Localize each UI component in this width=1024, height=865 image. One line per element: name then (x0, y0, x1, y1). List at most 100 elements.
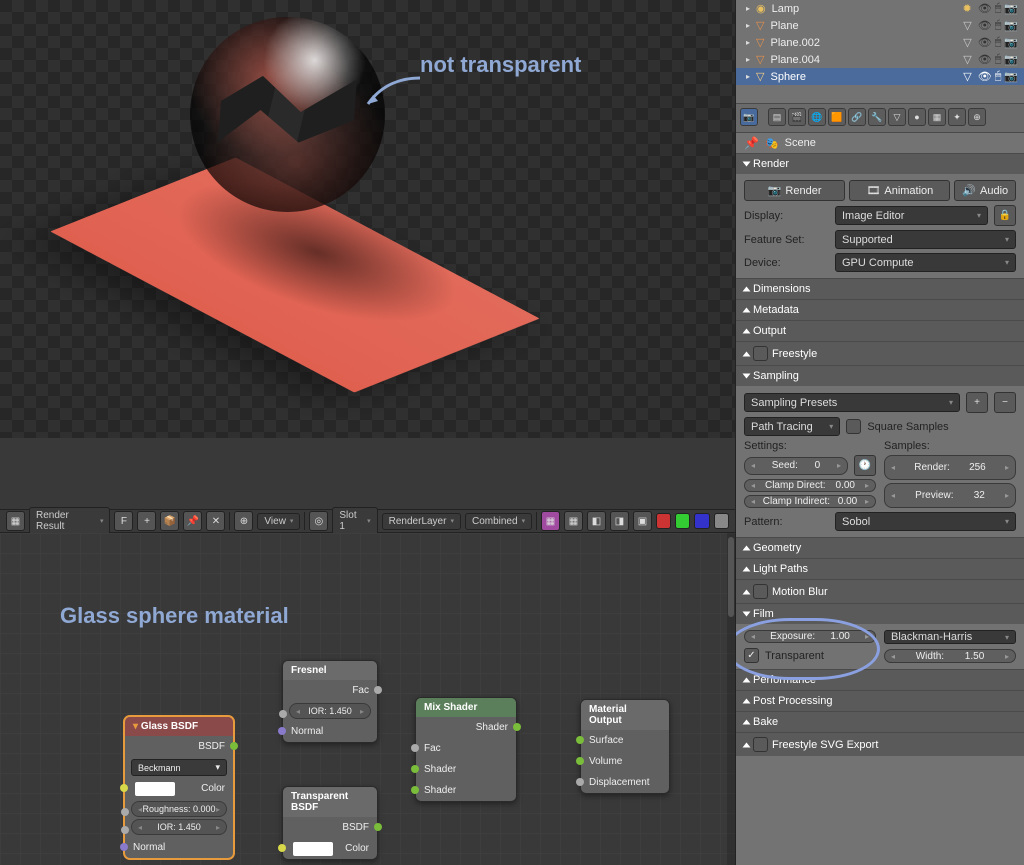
node-scrollbar[interactable] (727, 533, 735, 865)
feature-set-select[interactable]: Supported▾ (835, 230, 1016, 249)
render-icon[interactable]: 📷 (1004, 19, 1018, 32)
panel-header-render[interactable]: Render (736, 153, 1024, 174)
pattern-select[interactable]: Sobol▾ (835, 512, 1016, 531)
eye-icon[interactable]: 👁 (978, 19, 992, 32)
outliner-item-plane002[interactable]: ▸▽Plane.002 ▽ 👁🖱📷 (736, 34, 1024, 51)
outliner-item-sphere[interactable]: ▸▽Sphere ▽ 👁🖱📷 (736, 68, 1024, 85)
pivot-icon[interactable]: ⊕ (234, 511, 253, 531)
tab-material[interactable]: ● (908, 108, 926, 126)
render-button[interactable]: 📷Render (744, 180, 845, 201)
audio-button[interactable]: 🔊Audio (954, 180, 1016, 201)
ior-field[interactable]: ◂IOR: 1.450▸ (131, 819, 227, 835)
node-material-output[interactable]: Material Output Surface Volume Displacem… (580, 699, 670, 794)
render-icon[interactable]: 📷 (1004, 2, 1018, 15)
pin-icon[interactable]: 📌 (744, 136, 759, 150)
tab-texture[interactable]: ▦ (928, 108, 946, 126)
socket-color[interactable]: Color (283, 838, 377, 859)
socket-bsdf-out[interactable]: BSDF (283, 817, 377, 838)
cursor-icon[interactable]: 🖱 (995, 70, 1002, 83)
socket-shader2[interactable]: Shader (416, 780, 516, 801)
channel-icon-4[interactable]: ◨ (610, 511, 629, 531)
render-pass-selector[interactable]: Combined▾ (465, 513, 532, 530)
preview-samples-field[interactable]: ◂Preview:32▸ (884, 483, 1016, 508)
outliner[interactable]: ▸◉Lamp ✹ 👁🖱📷 ▸▽Plane ▽ 👁🖱📷 ▸▽Plane.002 ▽… (736, 0, 1024, 103)
socket-normal[interactable]: Normal (125, 837, 233, 858)
render-samples-field[interactable]: ◂Render:256▸ (884, 455, 1016, 480)
view-menu[interactable]: View▾ (257, 513, 300, 530)
socket-shader1[interactable]: Shader (416, 759, 516, 780)
panel-header-post-processing[interactable]: Post Processing (736, 690, 1024, 711)
editor-type-icon[interactable]: ▦ (6, 511, 25, 531)
render-icon[interactable]: 📷 (1004, 36, 1018, 49)
tab-physics[interactable]: ⊕ (968, 108, 986, 126)
preset-add[interactable]: + (966, 392, 988, 413)
cursor-icon[interactable]: ◎ (309, 511, 328, 531)
socket-shader-out[interactable]: Shader (416, 717, 516, 738)
tab-modifiers[interactable]: 🔧 (868, 108, 886, 126)
outliner-item-plane[interactable]: ▸▽Plane ▽ 👁🖱📷 (736, 17, 1024, 34)
panel-header-output[interactable]: Output (736, 320, 1024, 341)
seed-clock[interactable]: 🕐 (854, 455, 876, 476)
tab-render[interactable]: 📷 (740, 108, 758, 126)
channel-r[interactable] (656, 513, 671, 529)
eye-icon[interactable]: 👁 (978, 70, 992, 83)
tab-data[interactable]: ▽ (888, 108, 906, 126)
ior-field[interactable]: ◂IOR: 1.450▸ (289, 703, 371, 719)
panel-header-bake[interactable]: Bake (736, 711, 1024, 732)
channel-icon-2[interactable]: ▦ (564, 511, 583, 531)
display-select[interactable]: Image Editor▾ (835, 206, 988, 225)
outliner-item-plane004[interactable]: ▸▽Plane.004 ▽ 👁🖱📷 (736, 51, 1024, 68)
exposure-field[interactable]: ◂Exposure:1.00▸ (744, 630, 876, 643)
panel-header-sampling[interactable]: Sampling (736, 365, 1024, 386)
preset-remove[interactable]: − (994, 392, 1016, 413)
channel-icon-1[interactable]: ▦ (541, 511, 560, 531)
add-image-button[interactable]: + (137, 511, 156, 531)
socket-volume[interactable]: Volume (581, 751, 669, 772)
node-editor[interactable]: Glass sphere material ▾ Glass BSDF BSDF … (0, 533, 735, 865)
outliner-item-lamp[interactable]: ▸◉Lamp ✹ 👁🖱📷 (736, 0, 1024, 17)
freestyle-svg-checkbox[interactable] (753, 737, 768, 752)
node-mix-shader[interactable]: Mix Shader Shader Fac Shader Shader (415, 697, 517, 802)
channel-g[interactable] (675, 513, 690, 529)
tab-particles[interactable]: ✦ (948, 108, 966, 126)
eye-icon[interactable]: 👁 (978, 36, 992, 49)
socket-color[interactable]: Color (125, 778, 233, 799)
eye-icon[interactable]: 👁 (978, 53, 992, 66)
roughness-field[interactable]: ◂Roughness: 0.000▸ (131, 801, 227, 817)
panel-header-dimensions[interactable]: Dimensions (736, 278, 1024, 299)
panel-header-film[interactable]: Film (736, 603, 1024, 624)
device-select[interactable]: GPU Compute▾ (835, 253, 1016, 272)
socket-normal[interactable]: Normal (283, 721, 377, 742)
cursor-icon[interactable]: 🖱 (995, 19, 1002, 32)
integrator-select[interactable]: Path Tracing▾ (744, 417, 840, 436)
socket-surface[interactable]: Surface (581, 730, 669, 751)
freestyle-checkbox[interactable] (753, 346, 768, 361)
pixel-filter-select[interactable]: Blackman-Harris▾ (884, 630, 1016, 644)
panel-header-motion-blur[interactable]: Motion Blur (736, 579, 1024, 603)
tab-world[interactable]: 🌐 (808, 108, 826, 126)
node-glass-bsdf[interactable]: ▾ Glass BSDF BSDF Beckmann▾ Color ◂Rough… (124, 716, 234, 859)
cursor-icon[interactable]: 🖱 (995, 2, 1002, 15)
lock-button[interactable]: 🔒 (994, 205, 1016, 226)
seed-field[interactable]: ◂Seed:0▸ (744, 457, 848, 475)
pack-button[interactable]: 📦 (160, 511, 179, 531)
panel-header-freestyle-svg[interactable]: Freestyle SVG Export (736, 732, 1024, 756)
socket-bsdf-out[interactable]: BSDF (125, 736, 233, 757)
clamp-direct-field[interactable]: ◂Clamp Direct:0.00▸ (744, 479, 876, 492)
tab-scene[interactable]: 🎬 (788, 108, 806, 126)
channel-icon-5[interactable]: ▣ (633, 511, 652, 531)
panel-header-light-paths[interactable]: Light Paths (736, 558, 1024, 579)
filter-width-field[interactable]: ◂Width:1.50▸ (884, 649, 1016, 663)
animation-button[interactable]: 🎞Animation (849, 180, 950, 201)
fake-user-button[interactable]: F (114, 511, 133, 531)
slot-selector[interactable]: Slot 1▾ (332, 507, 377, 535)
image-selector[interactable]: Render Result▾ (29, 507, 110, 535)
transparent-checkbox[interactable] (744, 648, 759, 663)
channel-a[interactable] (714, 513, 729, 529)
cursor-icon[interactable]: 🖱 (995, 36, 1002, 49)
node-fresnel[interactable]: Fresnel Fac ◂IOR: 1.450▸ Normal (282, 660, 378, 743)
panel-header-performance[interactable]: Performance (736, 669, 1024, 690)
render-icon[interactable]: 📷 (1004, 70, 1018, 83)
socket-fac[interactable]: Fac (416, 738, 516, 759)
node-transparent-bsdf[interactable]: Transparent BSDF BSDF Color (282, 786, 378, 860)
